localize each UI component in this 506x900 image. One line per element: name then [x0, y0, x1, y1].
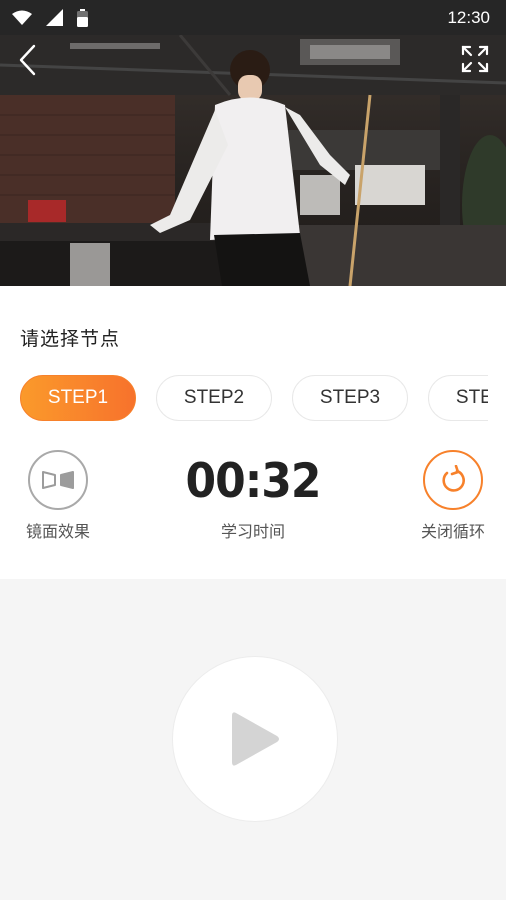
- battery-icon: [77, 8, 88, 27]
- mirror-button[interactable]: [28, 450, 88, 510]
- loop-icon: [442, 465, 465, 492]
- step-chip-2[interactable]: STEP2: [156, 375, 272, 421]
- loop-label: 关闭循环: [420, 522, 485, 541]
- step-chip-1[interactable]: STEP1: [20, 375, 136, 421]
- status-icons: [12, 8, 88, 27]
- mirror-label: 镜面效果: [25, 522, 90, 541]
- status-time: 12:30: [447, 7, 490, 27]
- study-time-label: 学习时间: [220, 522, 285, 541]
- step-chip-4[interactable]: STEP4: [428, 375, 488, 421]
- study-time: 00:32 学习时间: [173, 450, 333, 542]
- recording-panel: [0, 579, 506, 900]
- step-chip-3[interactable]: STEP3: [292, 375, 408, 421]
- expand-arrows-icon: [461, 45, 489, 73]
- video-frame-image: [0, 35, 506, 286]
- cellular-signal-icon: [46, 9, 63, 26]
- play-button[interactable]: [172, 656, 338, 822]
- back-button[interactable]: [14, 43, 44, 77]
- mirror-control: 镜面效果: [22, 450, 94, 542]
- mirror-icon: [42, 471, 74, 489]
- play-icon: [232, 712, 279, 766]
- status-bar: 12:30: [0, 0, 506, 35]
- study-timer-value: 00:32: [185, 453, 321, 509]
- loop-toggle-button[interactable]: [423, 450, 483, 510]
- select-node-title: 请选择节点: [20, 328, 121, 350]
- video-player[interactable]: [0, 35, 506, 286]
- step-selector: STEP1 STEP2 STEP3 STEP4: [20, 374, 488, 422]
- fullscreen-button[interactable]: [460, 44, 490, 74]
- wifi-icon: [12, 10, 32, 25]
- loop-control: 关闭循环: [415, 450, 491, 542]
- practice-controls: 镜面效果 00:32 学习时间 关闭循环: [0, 450, 506, 550]
- chevron-left-icon: [19, 44, 36, 76]
